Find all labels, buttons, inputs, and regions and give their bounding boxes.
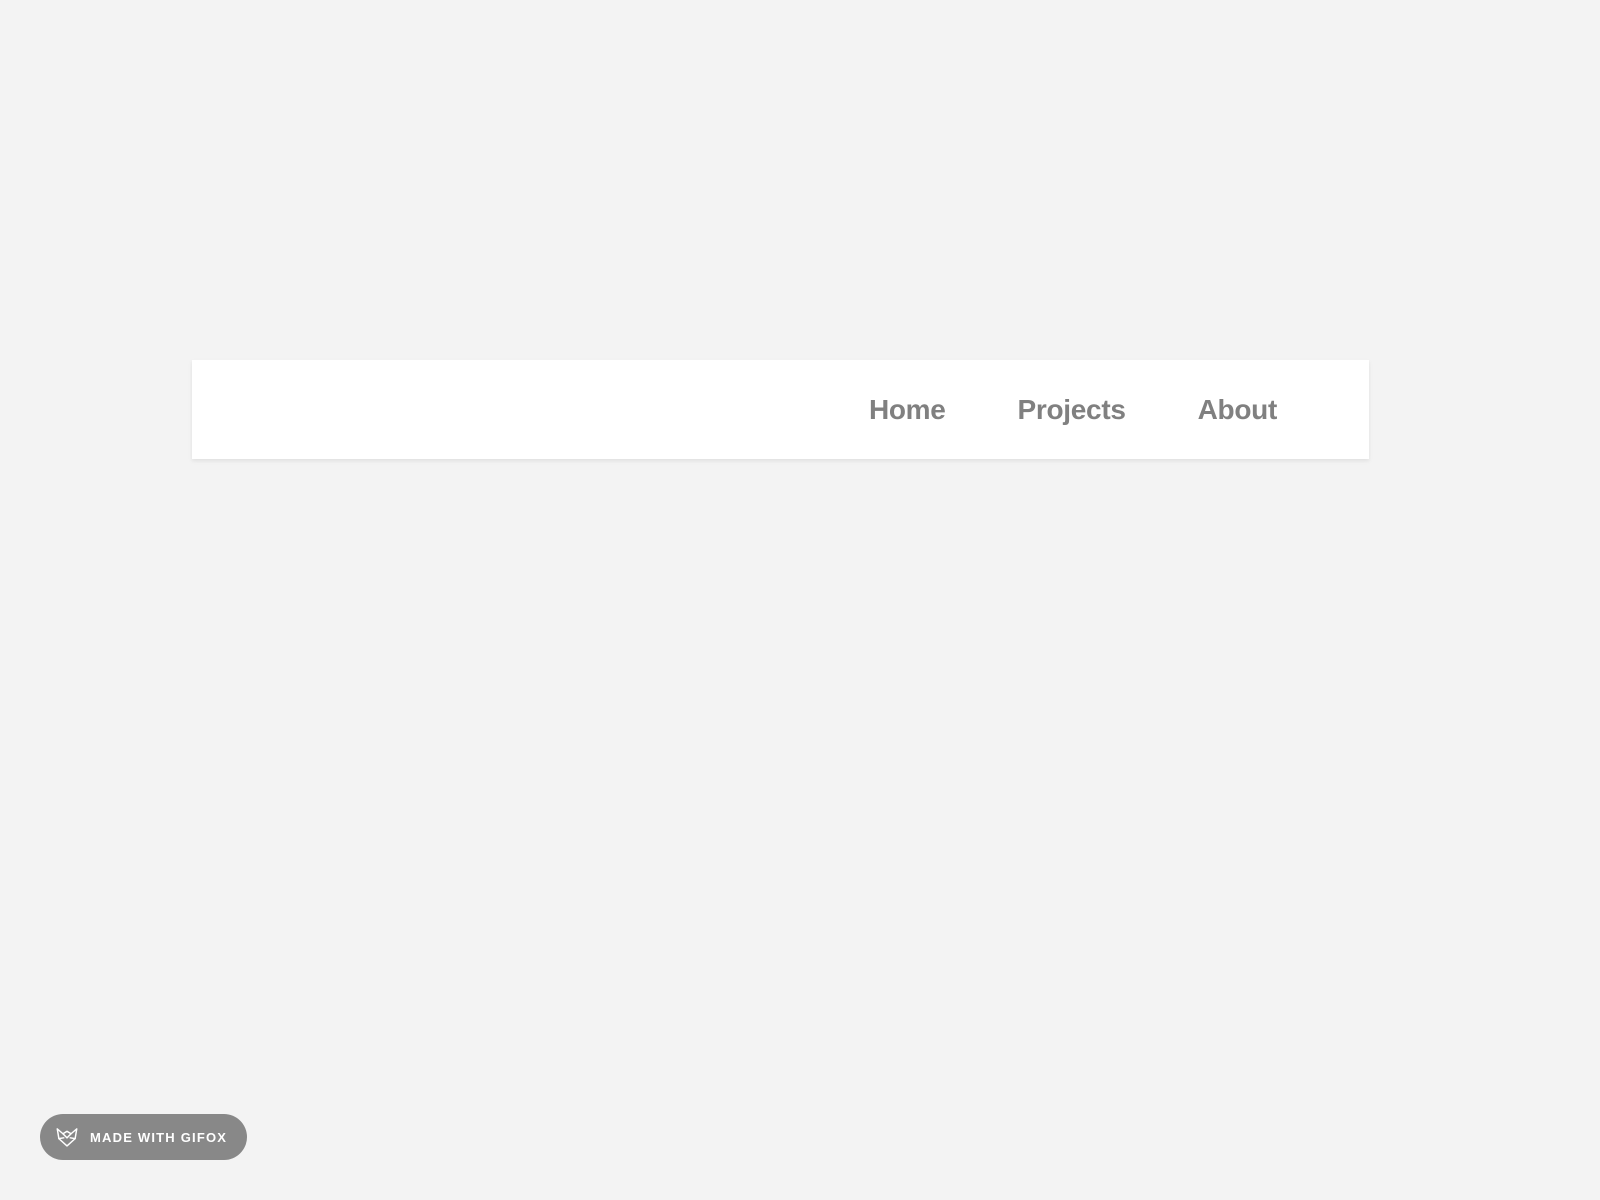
gifox-badge[interactable]: MADE WITH GIFOX xyxy=(40,1114,247,1160)
nav-items-container: Home Projects About xyxy=(869,394,1277,426)
nav-link-home[interactable]: Home xyxy=(869,394,946,426)
fox-icon xyxy=(54,1124,80,1150)
gifox-badge-text: MADE WITH GIFOX xyxy=(90,1130,227,1145)
navigation-bar: Home Projects About xyxy=(192,360,1369,459)
nav-link-about[interactable]: About xyxy=(1198,394,1277,426)
nav-link-projects[interactable]: Projects xyxy=(1018,394,1126,426)
